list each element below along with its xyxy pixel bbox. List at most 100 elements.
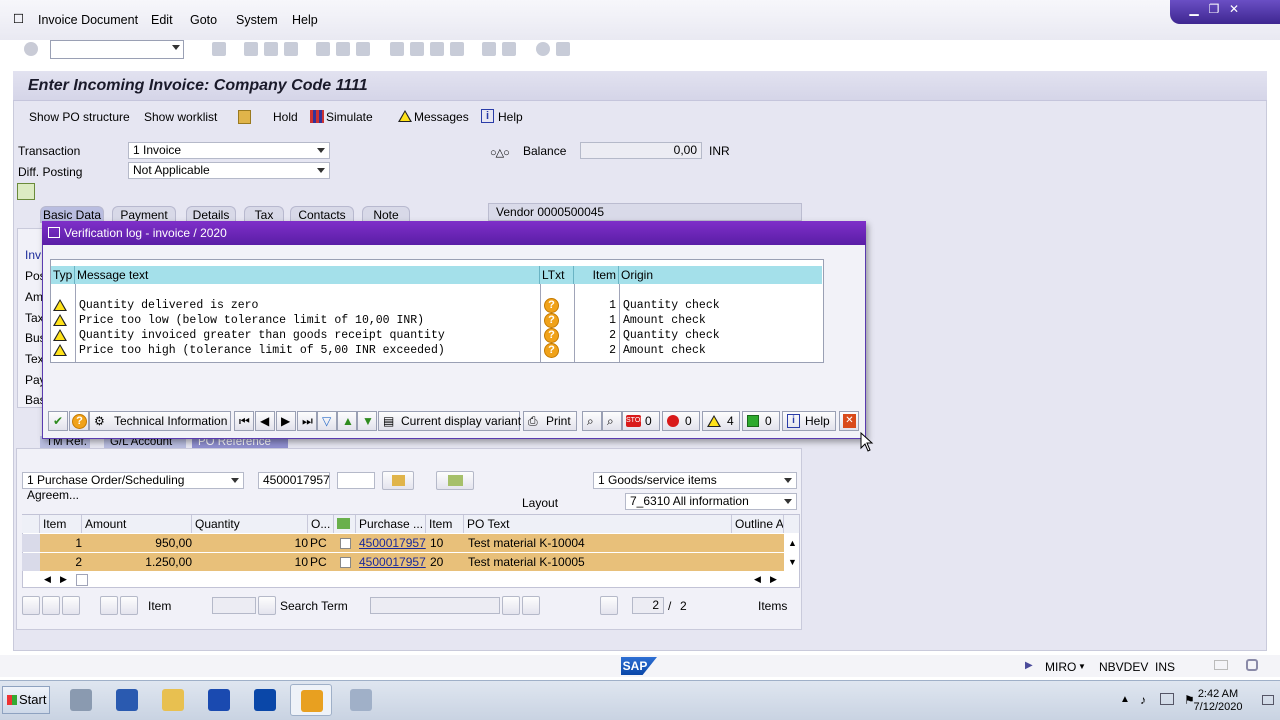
refresh-button[interactable] (62, 596, 80, 615)
header-ltxt[interactable]: LTxt (540, 266, 574, 284)
grid-header-po-item[interactable]: Item (426, 515, 464, 533)
header-origin[interactable]: Origin (619, 266, 822, 284)
transaction-dropdown-icon[interactable]: ▼ (1078, 662, 1086, 671)
search-term-input[interactable] (370, 597, 500, 614)
search-term-button[interactable] (258, 596, 276, 615)
find-next-icon[interactable] (356, 42, 370, 56)
filter-button[interactable]: ▽ (317, 411, 337, 431)
lock-icon[interactable] (1246, 659, 1258, 671)
row-quantity[interactable]: 10 (192, 553, 308, 571)
help-icon[interactable] (536, 42, 550, 56)
page-current-input[interactable]: 2 (632, 597, 664, 614)
find-button[interactable] (502, 596, 520, 615)
print-button[interactable]: ⎙ Print (523, 411, 577, 431)
find-next-log-button[interactable]: ⌕ (602, 411, 622, 431)
first-entry-button[interactable]: ⏮ (234, 411, 254, 431)
close-icon[interactable]: ✕ (1226, 2, 1242, 16)
po-search-button[interactable] (436, 471, 474, 490)
warning-messages-button[interactable]: 4 (702, 411, 740, 431)
delete-row-button[interactable] (120, 596, 138, 615)
taskbar-explorer[interactable] (152, 684, 194, 716)
row-checkbox[interactable] (340, 557, 351, 568)
simulate-button[interactable]: Simulate (326, 110, 373, 124)
save-icon[interactable] (212, 42, 226, 56)
back-icon[interactable] (244, 42, 258, 56)
technical-information-button[interactable]: ⚙ Technical Information (89, 411, 231, 431)
current-display-variant-button[interactable]: ▤ Current display variant (378, 411, 521, 431)
horizontal-scrollbar-thumb[interactable] (76, 574, 88, 586)
taskbar-server-manager[interactable] (60, 684, 102, 716)
deselect-rows-button[interactable] (42, 596, 60, 615)
start-button[interactable]: Start (2, 686, 50, 714)
po-lookup-button[interactable] (382, 471, 414, 490)
menu-system[interactable]: System (236, 13, 278, 27)
layout-icon[interactable] (1214, 660, 1228, 670)
layout-menu-icon[interactable] (556, 42, 570, 56)
scroll-left-end-icon[interactable]: ◀ (754, 574, 761, 585)
row-po-link[interactable]: 4500017957 (359, 553, 426, 571)
row-quantity[interactable]: 10 (192, 534, 308, 552)
command-field[interactable] (50, 40, 184, 59)
help-button[interactable]: Help (498, 110, 523, 124)
grid-header-item[interactable]: Item (40, 515, 82, 533)
clock[interactable]: 2:42 AM 7/12/2020 (1178, 688, 1258, 714)
grid-header-outline[interactable]: Outline A (732, 515, 784, 533)
last-entry-button[interactable]: ⏭ (297, 411, 317, 431)
minimize-icon[interactable]: ▁ (1186, 2, 1202, 16)
long-text-icon[interactable]: ? (544, 328, 559, 343)
po-reference-type-select[interactable]: 1 Purchase Order/Scheduling Agreem... (22, 472, 244, 502)
volume-icon[interactable]: ♪ (1140, 693, 1146, 707)
show-hidden-icons-icon[interactable]: ▲ (1120, 694, 1130, 705)
goods-service-select[interactable]: 1 Goods/service items (593, 472, 797, 489)
error-messages-button[interactable]: 0 (662, 411, 700, 431)
select-all-rows-button[interactable] (22, 596, 40, 615)
page-button[interactable] (600, 596, 618, 615)
taskbar-word[interactable] (198, 684, 240, 716)
header-typ[interactable]: Typ (51, 266, 75, 284)
enter-check-icon[interactable] (24, 42, 38, 56)
last-page-icon[interactable] (450, 42, 464, 56)
diff-posting-select[interactable]: Not Applicable (128, 162, 330, 179)
next-page-icon[interactable] (430, 42, 444, 56)
scroll-right-icon[interactable]: ▶ (60, 574, 67, 585)
play-icon[interactable]: ▶ (1025, 660, 1033, 671)
document-menu-icon[interactable]: ☐ (13, 11, 24, 26)
next-entry-button[interactable]: ▶ (276, 411, 296, 431)
long-text-button[interactable]: ? (69, 411, 89, 431)
new-session-icon[interactable] (482, 42, 496, 56)
layout-select[interactable]: 7_6310 All information (625, 493, 797, 510)
continue-button[interactable]: ✔ (48, 411, 68, 431)
print-icon[interactable] (316, 42, 330, 56)
grid-column-settings[interactable] (784, 515, 800, 533)
long-text-icon[interactable]: ? (544, 298, 559, 313)
menu-edit[interactable]: Edit (151, 13, 173, 27)
header-message-text[interactable]: Message text (75, 266, 540, 284)
expand-header-icon[interactable] (17, 183, 35, 200)
hold-button[interactable]: Hold (273, 110, 298, 124)
grid-header-amount[interactable]: Amount (82, 515, 192, 533)
exit-icon[interactable] (264, 42, 278, 56)
grid-header-order-unit[interactable]: O... (308, 515, 334, 533)
sort-descending-button[interactable]: ▼ (357, 411, 377, 431)
dialog-close-button[interactable]: ✕ (839, 411, 859, 431)
find-next-button[interactable] (522, 596, 540, 615)
insert-row-button[interactable] (100, 596, 118, 615)
row-amount[interactable]: 950,00 (82, 534, 192, 552)
first-page-icon[interactable] (390, 42, 404, 56)
grid-select-all[interactable] (22, 515, 40, 533)
show-worklist-button[interactable]: Show worklist (144, 110, 217, 124)
find-icon[interactable] (336, 42, 350, 56)
po-number-input[interactable]: 4500017957 (258, 472, 330, 489)
transaction-select[interactable]: 1 Invoice (128, 142, 330, 159)
stop-messages-button[interactable]: STOP 0 (622, 411, 660, 431)
network-icon[interactable] (1160, 693, 1174, 705)
row-checkbox[interactable] (340, 538, 351, 549)
scroll-up-icon[interactable]: ▲ (788, 538, 797, 548)
scroll-down-icon[interactable]: ▼ (788, 557, 797, 567)
find-log-button[interactable]: ⌕ (582, 411, 602, 431)
grid-header-po-text[interactable]: PO Text (464, 515, 732, 533)
row-selector[interactable] (22, 553, 40, 571)
menu-invoice-document[interactable]: Invoice Document (38, 13, 138, 27)
long-text-icon[interactable]: ? (544, 343, 559, 358)
taskbar-sap-gui[interactable] (290, 684, 332, 716)
